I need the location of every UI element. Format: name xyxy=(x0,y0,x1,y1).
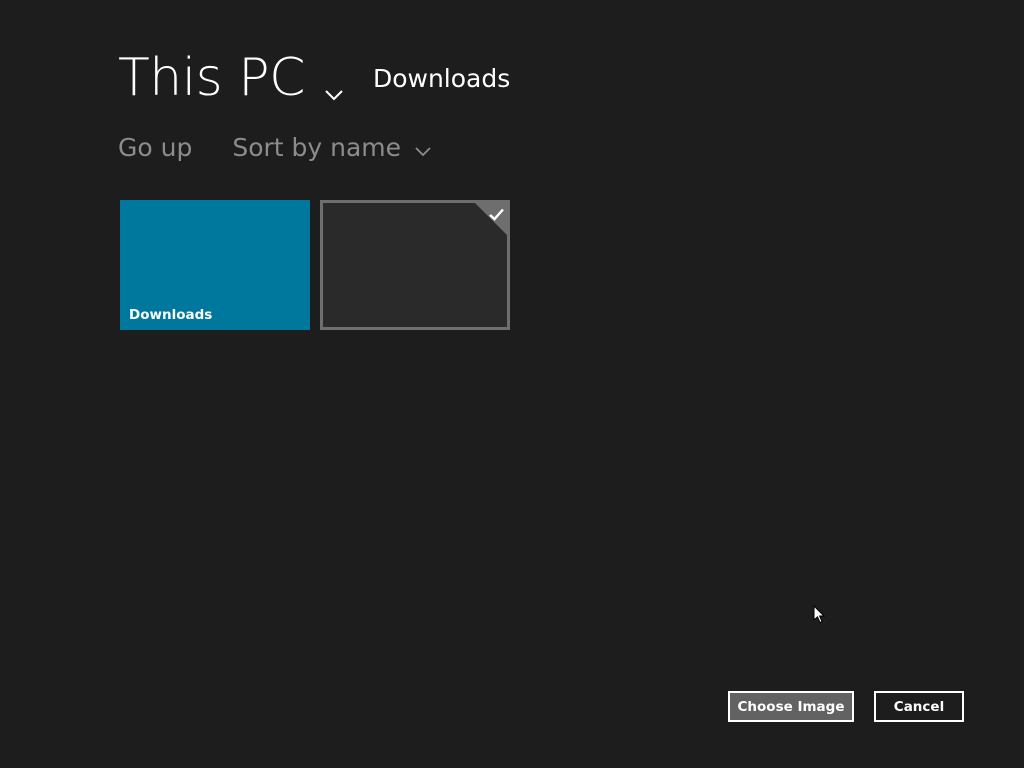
checkmark-icon xyxy=(488,206,505,223)
chevron-down-icon xyxy=(413,138,433,158)
location-title: This PC xyxy=(118,48,305,108)
location-header: This PC Downloads xyxy=(118,48,510,108)
file-tile-selected[interactable] xyxy=(320,200,510,330)
cancel-button[interactable]: Cancel xyxy=(874,691,964,722)
sort-dropdown[interactable]: Sort by name xyxy=(232,133,433,162)
folder-tile-downloads[interactable]: Downloads xyxy=(120,200,310,330)
file-grid: Downloads xyxy=(120,200,510,330)
mouse-pointer-icon xyxy=(813,604,826,624)
cancel-label: Cancel xyxy=(893,698,945,715)
chevron-down-icon xyxy=(321,61,347,101)
choose-image-label: Choose Image xyxy=(737,698,845,715)
location-dropdown[interactable]: This PC xyxy=(118,48,347,108)
go-up-label: Go up xyxy=(118,133,193,162)
file-picker-page: This PC Downloads Go up Sort by name Dow… xyxy=(0,0,1024,768)
action-bar: Choose Image Cancel xyxy=(728,691,964,722)
go-up-button[interactable]: Go up xyxy=(118,133,192,162)
toolbar: Go up Sort by name xyxy=(118,133,433,162)
choose-image-button[interactable]: Choose Image xyxy=(728,691,854,722)
folder-tile-label: Downloads xyxy=(129,307,213,323)
current-folder-label: Downloads xyxy=(372,64,511,93)
sort-label: Sort by name xyxy=(232,133,402,162)
